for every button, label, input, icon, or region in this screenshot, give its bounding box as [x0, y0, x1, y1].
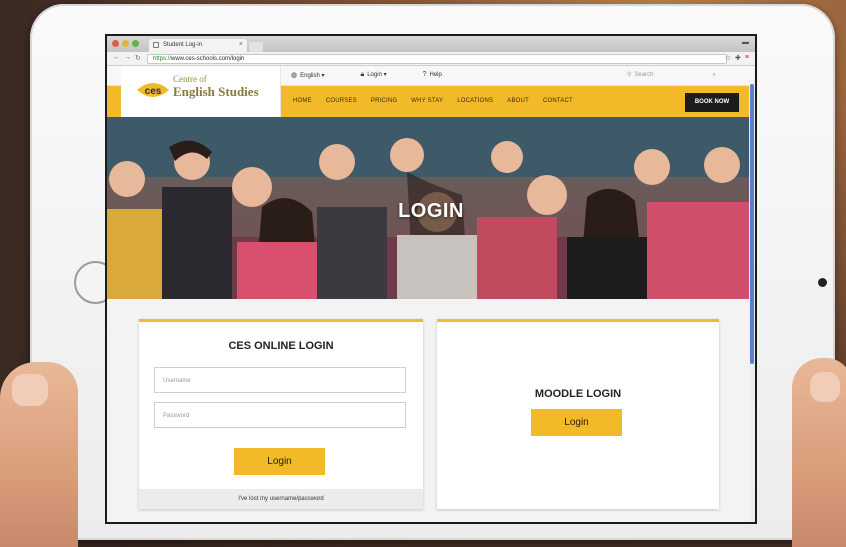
tablet-screen: Student Log-in × ▬ ← → ↻ https://www.ces…: [105, 34, 757, 524]
extension-icons: ☆ ✚ ≡: [725, 54, 749, 62]
page-favicon-icon: [153, 42, 159, 48]
scrollbar-thumb[interactable]: [750, 84, 754, 364]
navigation-buttons: ← → ↻: [113, 54, 141, 62]
forward-arrow-icon[interactable]: →: [124, 54, 131, 62]
address-bar[interactable]: https://www.ces-schools.com/login: [147, 54, 727, 64]
minimize-window-icon[interactable]: [122, 40, 129, 47]
bookmark-star-icon[interactable]: ☆: [725, 54, 731, 62]
left-thumb: [0, 362, 78, 547]
utility-links: ◍ English ▾ 🔒︎ Login ▾ ? Help: [291, 71, 442, 79]
extension-icon[interactable]: ✚: [735, 54, 741, 62]
login-dropdown[interactable]: 🔒︎ Login ▾: [360, 71, 386, 79]
front-camera: [818, 278, 827, 287]
hero-banner: LOGIN: [107, 117, 755, 299]
back-arrow-icon[interactable]: ←: [113, 54, 120, 62]
password-input[interactable]: Password: [154, 402, 406, 428]
moodle-login-card: MOODLE LOGIN Login: [437, 319, 719, 509]
language-label: English: [300, 73, 320, 79]
ces-logo-icon: ces: [137, 83, 169, 97]
browser-tab[interactable]: Student Log-in ×: [149, 39, 247, 52]
reload-icon[interactable]: ↻: [135, 54, 141, 62]
login-label: Login: [367, 72, 382, 78]
hero-title: LOGIN: [398, 200, 464, 222]
nav-menu: HOME COURSES PRICING WHY STAY LOCATIONS …: [293, 98, 573, 104]
book-now-button[interactable]: BOOK NOW: [685, 93, 739, 112]
logo-mark-text: ces: [145, 86, 162, 97]
window-menu-icon[interactable]: ▬: [742, 39, 749, 46]
ces-login-button[interactable]: Login: [234, 448, 325, 475]
new-tab-button[interactable]: [249, 42, 263, 52]
maximize-window-icon[interactable]: [132, 40, 139, 47]
help-link[interactable]: ? Help: [423, 71, 442, 79]
window-controls: [112, 40, 139, 47]
moodle-login-button[interactable]: Login: [531, 409, 622, 436]
nav-item-contact[interactable]: CONTACT: [543, 98, 573, 104]
forgot-credentials-link[interactable]: I've lost my username/password: [139, 489, 423, 509]
ces-login-card: CES ONLINE LOGIN Username Password Login…: [139, 319, 423, 509]
browser-tab-bar: Student Log-in × ▬: [107, 36, 755, 52]
left-thumbnail: [12, 374, 48, 406]
right-thumbnail: [810, 372, 840, 402]
nav-item-why-stay[interactable]: WHY STAY: [411, 98, 443, 104]
language-selector[interactable]: ◍ English ▾: [291, 71, 324, 79]
tab-close-icon[interactable]: ×: [239, 41, 243, 48]
globe-icon: ◍: [291, 72, 298, 79]
site-logo[interactable]: ces Centre of English Studies: [121, 66, 281, 117]
nav-item-pricing[interactable]: PRICING: [371, 98, 397, 104]
browser-tab-title: Student Log-in: [163, 42, 203, 48]
search-icon: ⚲: [627, 72, 632, 78]
search-placeholder: Search: [634, 72, 654, 78]
logo-line-2: English Studies: [173, 83, 259, 99]
login-section: CES ONLINE LOGIN Username Password Login…: [107, 299, 755, 522]
nav-item-home[interactable]: HOME: [293, 98, 312, 104]
search-arrow-icon[interactable]: ›: [713, 72, 715, 78]
lock-icon: 🔒︎: [360, 71, 365, 78]
nav-item-courses[interactable]: COURSES: [326, 98, 357, 104]
close-window-icon[interactable]: [112, 40, 119, 47]
url-scheme: https://: [153, 56, 172, 62]
right-thumb: [792, 358, 846, 547]
logo-text: Centre of English Studies: [173, 74, 259, 99]
moodle-login-title: MOODLE LOGIN: [534, 388, 622, 400]
username-input[interactable]: Username: [154, 367, 406, 393]
site-search[interactable]: ⚲ Search ›: [627, 71, 715, 78]
ces-login-title: CES ONLINE LOGIN: [228, 340, 334, 352]
menu-icon[interactable]: ≡: [745, 54, 749, 62]
browser-toolbar: ← → ↻ https://www.ces-schools.com/login …: [107, 52, 755, 66]
nav-item-locations[interactable]: LOCATIONS: [457, 98, 493, 104]
nav-item-about[interactable]: ABOUT: [507, 98, 529, 104]
question-icon: ?: [422, 71, 427, 78]
url-text: www.ces-schools.com/login: [171, 56, 245, 62]
help-label: Help: [429, 72, 442, 78]
